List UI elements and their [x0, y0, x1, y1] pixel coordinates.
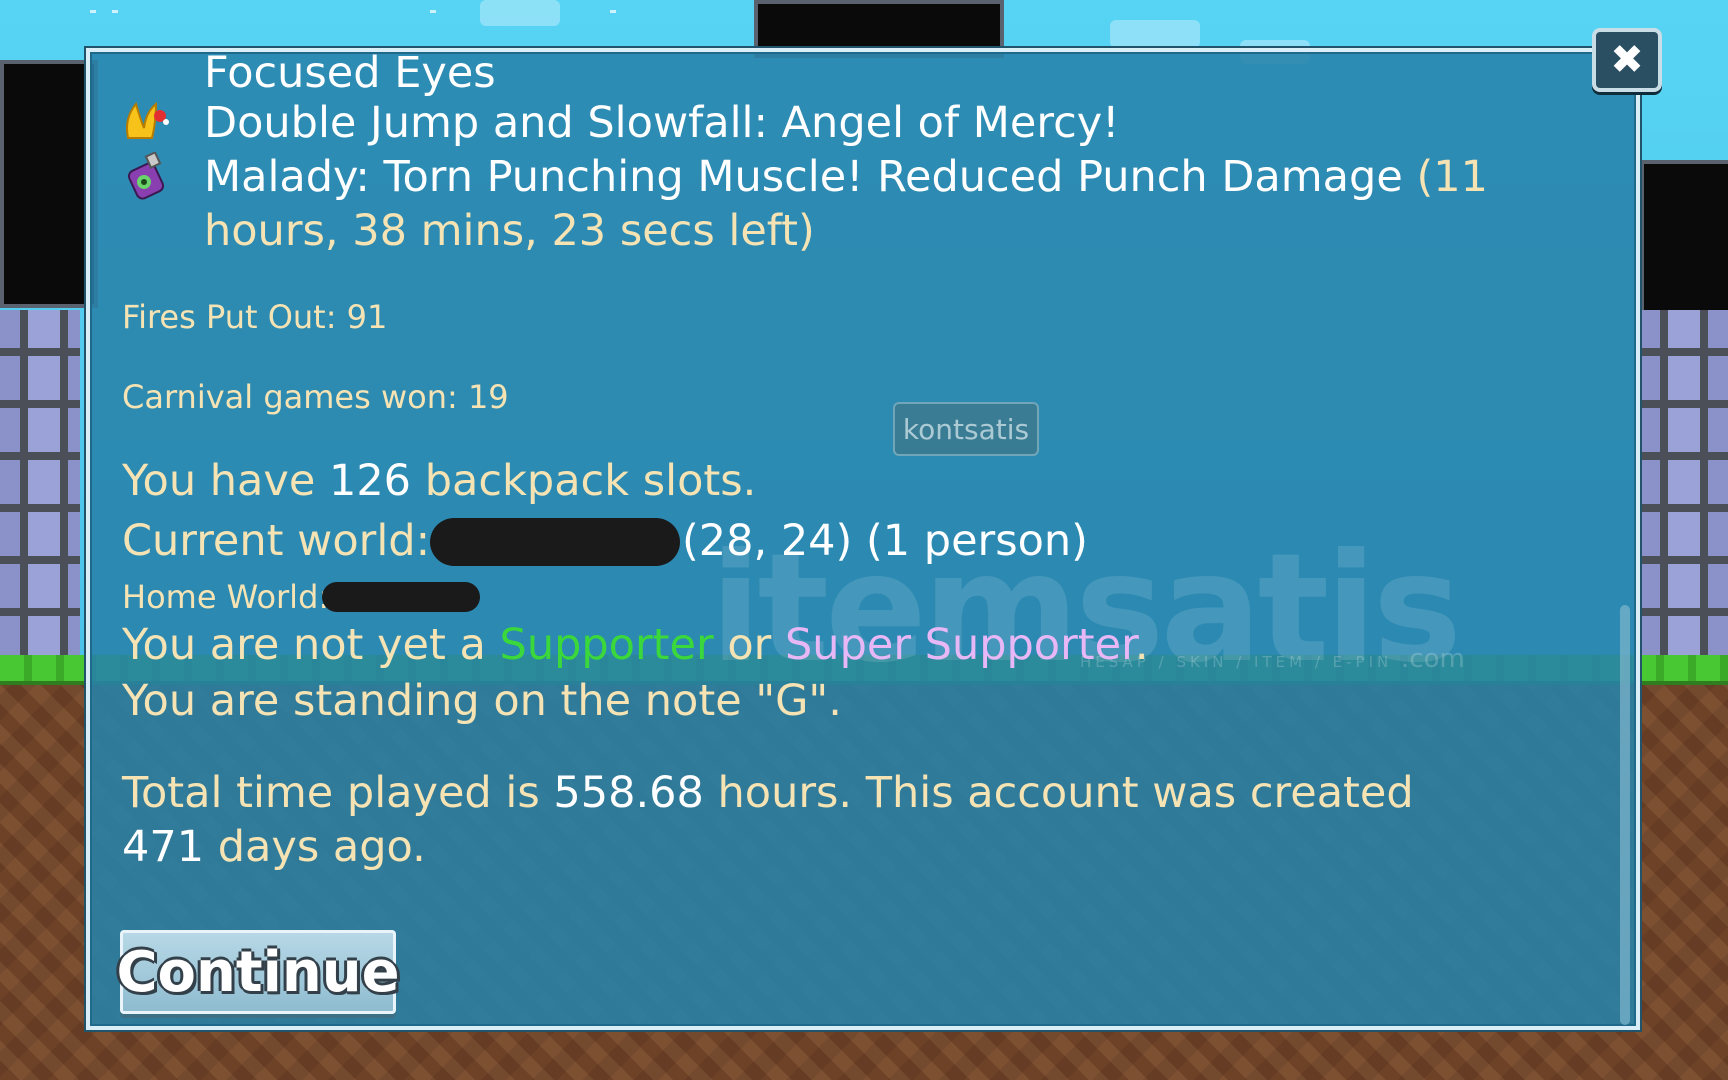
bird — [430, 10, 436, 13]
cloud — [1110, 20, 1200, 48]
bird — [90, 10, 96, 13]
close-button[interactable]: ✖ — [1592, 28, 1662, 92]
malady-bottle-icon — [127, 152, 165, 200]
backpack-count: 126 — [328, 456, 412, 506]
profile-dialog: itemsatis HESAP / SKIN / ITEM / E-PIN .c… — [86, 48, 1640, 1030]
malady-text: Malady: Torn Punching Muscle! Reduced Pu… — [204, 152, 1403, 202]
time-hours: 558.68 — [553, 768, 704, 818]
redacted-world-name — [430, 518, 680, 566]
time-played-line: Total time played is 558.68 hours. This … — [122, 768, 1414, 818]
home-world-label: Home World: — [122, 578, 330, 616]
malady-time-start: (11 — [1416, 152, 1488, 202]
time-pre: Total time played is — [122, 768, 540, 818]
current-world-coords: (28, 24) (1 person) — [682, 516, 1088, 566]
days-post: days ago. — [217, 822, 426, 872]
super-supporter-link: Super Supporter — [785, 620, 1135, 670]
current-world-label: Current world: — [122, 516, 431, 566]
watermark-com: .com — [1401, 644, 1465, 674]
supporter-link: Supporter — [499, 620, 714, 670]
backpack-pre: You have — [122, 456, 316, 506]
carnival-games-won: Carnival games won: 19 — [122, 378, 509, 416]
note-line: You are standing on the note "G". — [122, 676, 842, 726]
malady-time-line: hours, 38 mins, 23 secs left) — [204, 206, 815, 256]
black-block — [1640, 160, 1728, 318]
time-post: hours. This account was created — [717, 768, 1414, 818]
account-age-line: 471 days ago. — [122, 822, 426, 872]
dialog-scrollbar[interactable] — [1620, 605, 1630, 1025]
supporter-pre: You are not yet a — [122, 620, 486, 670]
close-icon: ✖ — [1610, 37, 1644, 83]
continue-label: Continue — [116, 939, 400, 1005]
fires-put-out: Fires Put Out: 91 — [122, 298, 388, 336]
continue-button[interactable]: Continue — [116, 930, 400, 1014]
supporter-end: . — [1134, 620, 1149, 670]
double-jump-line: Double Jump and Slowfall: Angel of Mercy… — [204, 98, 1120, 148]
black-block — [0, 60, 98, 308]
player-name-tag: kontsatis — [893, 402, 1039, 456]
supporter-or: or — [727, 620, 772, 670]
angel-wing-icon — [126, 101, 169, 139]
backpack-line: You have 126 backpack slots. — [122, 456, 756, 506]
scaffold-left — [0, 310, 80, 660]
bird — [610, 10, 616, 13]
cloud — [480, 0, 560, 26]
malady-line: Malady: Torn Punching Muscle! Reduced Pu… — [204, 152, 1488, 202]
scaffold-right — [1640, 310, 1728, 660]
backpack-post: backpack slots. — [424, 456, 757, 506]
redacted-home-world — [322, 582, 480, 612]
supporter-line: You are not yet a Supporter or Super Sup… — [122, 620, 1149, 670]
focused-eyes-line: Focused Eyes — [204, 48, 496, 98]
bird — [112, 10, 118, 13]
days-count: 471 — [122, 822, 205, 872]
